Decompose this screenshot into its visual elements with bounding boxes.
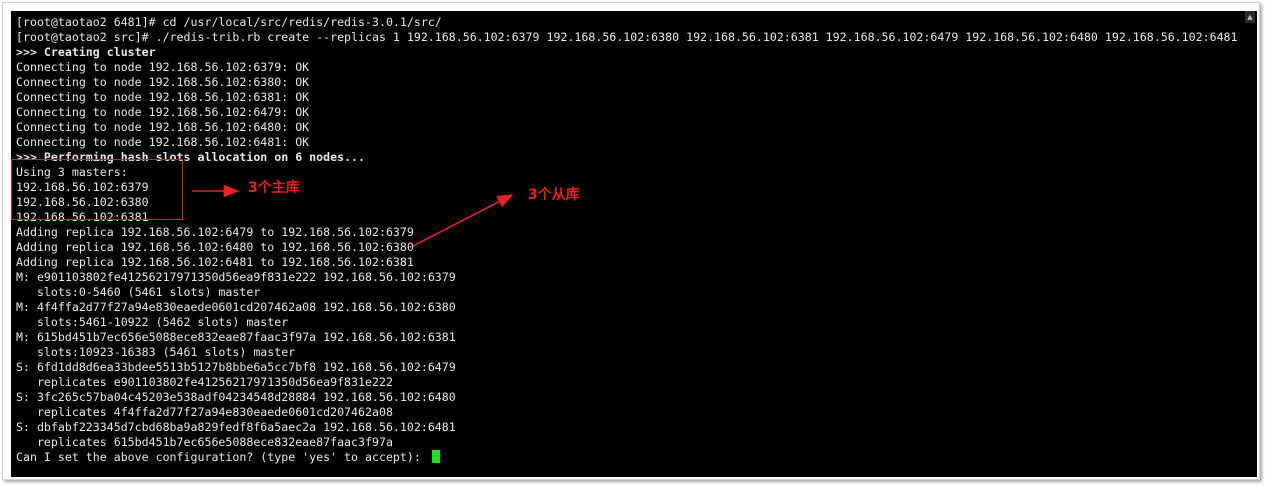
terminal-line: [root@taotao2 6481]# cd /usr/local/src/r… [16,15,442,29]
terminal-line: 192.168.56.102:6379 [16,180,149,194]
terminal-line: Connecting to node 192.168.56.102:6381: … [16,90,310,104]
terminal-line: M: e901103802fe41256217971350d56ea9f831e… [16,270,456,284]
terminal-line: slots:0-5460 (5461 slots) master [16,285,261,299]
terminal-line: Adding replica 192.168.56.102:6480 to 19… [16,240,414,254]
terminal-window[interactable]: [root@taotao2 6481]# cd /usr/local/src/r… [11,11,1257,477]
terminal-prompt-line[interactable]: Can I set the above configuration? (type… [16,450,1253,465]
terminal-line: Connecting to node 192.168.56.102:6481: … [16,135,310,149]
terminal-line: Adding replica 192.168.56.102:6481 to 19… [16,255,414,269]
terminal-line: 192.168.56.102:6380 [16,195,149,209]
terminal-line: Adding replica 192.168.56.102:6479 to 19… [16,225,414,239]
terminal-line: >>> Creating cluster [16,45,156,59]
terminal-output: [root@taotao2 6481]# cd /usr/local/src/r… [16,15,1253,465]
masters-highlight-box [11,159,183,220]
screenshot-frame: [root@taotao2 6481]# cd /usr/local/src/r… [2,2,1260,480]
scroll-up-arrow-icon[interactable]: ▲ [1245,11,1255,23]
terminal-line: Connecting to node 192.168.56.102:6479: … [16,105,310,119]
terminal-line: slots:5461-10922 (5462 slots) master [16,315,289,329]
terminal-line: replicates 4f4ffa2d77f27a94e830eaede0601… [16,405,393,419]
terminal-line: replicates 615bd451b7ec656e5088ece832eae… [16,435,393,449]
masters-annotation: 3个主库 [248,180,300,196]
terminal-line: slots:10923-16383 (5461 slots) master [16,345,296,359]
slaves-annotation: 3个从库 [528,187,580,203]
terminal-line: 192.168.56.102:6381 [16,210,149,224]
scrollbar[interactable]: ▲ [1245,11,1255,477]
terminal-line: >>> Performing hash slots allocation on … [16,150,366,164]
terminal-line: Connecting to node 192.168.56.102:6380: … [16,75,310,89]
terminal-line: S: 6fd1dd8d6ea33bdee5513b5127b8bbe6a5cc7… [16,360,456,374]
terminal-line: S: dbfabf223345d7cbd68ba9a829fedf8f6a5ae… [16,420,456,434]
terminal-line: M: 4f4ffa2d77f27a94e830eaede0601cd207462… [16,300,456,314]
terminal-line: replicates e901103802fe41256217971350d56… [16,375,393,389]
terminal-cursor [431,450,440,463]
terminal-line: [root@taotao2 src]# ./redis-trib.rb crea… [16,30,1238,44]
terminal-line: Using 3 masters: [16,165,128,179]
terminal-line: M: 615bd451b7ec656e5088ece832eae87faac3f… [16,330,456,344]
terminal-line: Connecting to node 192.168.56.102:6480: … [16,120,310,134]
terminal-prompt: Can I set the above configuration? (type… [16,450,428,464]
terminal-line: S: 3fc265c57ba04c45203e538adf04234548d28… [16,390,456,404]
terminal-line: Connecting to node 192.168.56.102:6379: … [16,60,310,74]
